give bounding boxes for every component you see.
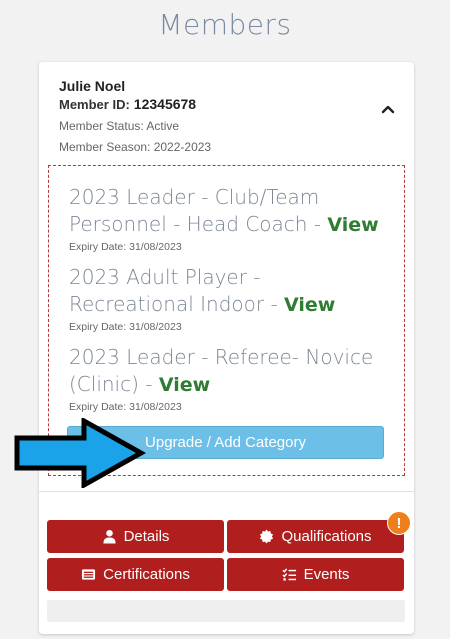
category-separator: - bbox=[138, 372, 159, 396]
qualifications-button[interactable]: Qualifications bbox=[227, 520, 404, 553]
member-status: Member Status: Active bbox=[59, 119, 180, 133]
page-title: Members bbox=[158, 8, 292, 41]
category-item: 2023 Leader - Referee- Novice (Clinic) -… bbox=[69, 344, 389, 413]
alert-badge: ! bbox=[387, 511, 411, 535]
collapse-toggle-button[interactable] bbox=[377, 98, 399, 120]
card-footer bbox=[47, 600, 405, 622]
view-link[interactable]: View bbox=[159, 374, 210, 396]
category-separator: - bbox=[264, 292, 285, 316]
details-button[interactable]: Details bbox=[47, 520, 224, 553]
member-id: Member ID: 12345678 bbox=[59, 96, 196, 112]
member-season: Member Season: 2022-2023 bbox=[59, 140, 212, 154]
certifications-button[interactable]: Certifications bbox=[47, 558, 224, 591]
events-button[interactable]: Events bbox=[227, 558, 404, 591]
member-id-label: Member ID: bbox=[59, 97, 130, 112]
list-check-icon bbox=[281, 568, 296, 581]
category-name: 2023 Adult Player - Recreational Indoor bbox=[69, 265, 265, 316]
view-link[interactable]: View bbox=[284, 294, 335, 316]
chevron-up-icon bbox=[381, 105, 395, 114]
category-item: 2023 Leader - Club/Team Personnel - Head… bbox=[69, 184, 389, 253]
id-card-icon bbox=[82, 569, 96, 580]
category-item: 2023 Adult Player - Recreational Indoor … bbox=[69, 264, 389, 333]
category-expiry: Expiry Date: 31/08/2023 bbox=[69, 321, 182, 333]
certificate-icon bbox=[260, 529, 274, 544]
view-link[interactable]: View bbox=[327, 214, 378, 236]
divider bbox=[39, 491, 414, 492]
member-card: Julie Noel Member ID: 12345678 Member Sta… bbox=[39, 62, 414, 634]
user-icon bbox=[102, 529, 116, 544]
member-id-value: 12345678 bbox=[133, 96, 197, 112]
category-expiry: Expiry Date: 31/08/2023 bbox=[69, 241, 182, 253]
certifications-label: Certifications bbox=[103, 566, 190, 583]
category-separator: - bbox=[307, 212, 328, 236]
details-label: Details bbox=[123, 528, 170, 545]
arrow-right-icon bbox=[14, 418, 146, 488]
category-name: 2023 Leader - Club/Team Personnel - Head… bbox=[69, 185, 320, 236]
member-name: Julie Noel bbox=[59, 78, 126, 94]
events-label: Events bbox=[303, 566, 350, 583]
category-name: 2023 Leader - Referee- Novice (Clinic) bbox=[69, 345, 374, 396]
category-expiry: Expiry Date: 31/08/2023 bbox=[69, 401, 182, 413]
qualifications-label: Qualifications bbox=[281, 528, 372, 545]
